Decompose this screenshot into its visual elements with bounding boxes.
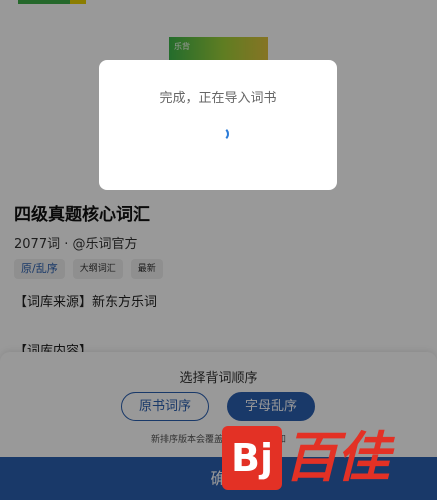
watermark-text: 百佳 (284, 426, 390, 489)
watermark-badge: Bj (222, 426, 282, 490)
loading-spinner-icon (215, 127, 229, 141)
watermark-logo: Bj 百佳 (222, 426, 418, 490)
import-progress-dialog: 完成，正在导入词书 (99, 60, 337, 190)
dialog-message: 完成，正在导入词书 (159, 91, 277, 106)
